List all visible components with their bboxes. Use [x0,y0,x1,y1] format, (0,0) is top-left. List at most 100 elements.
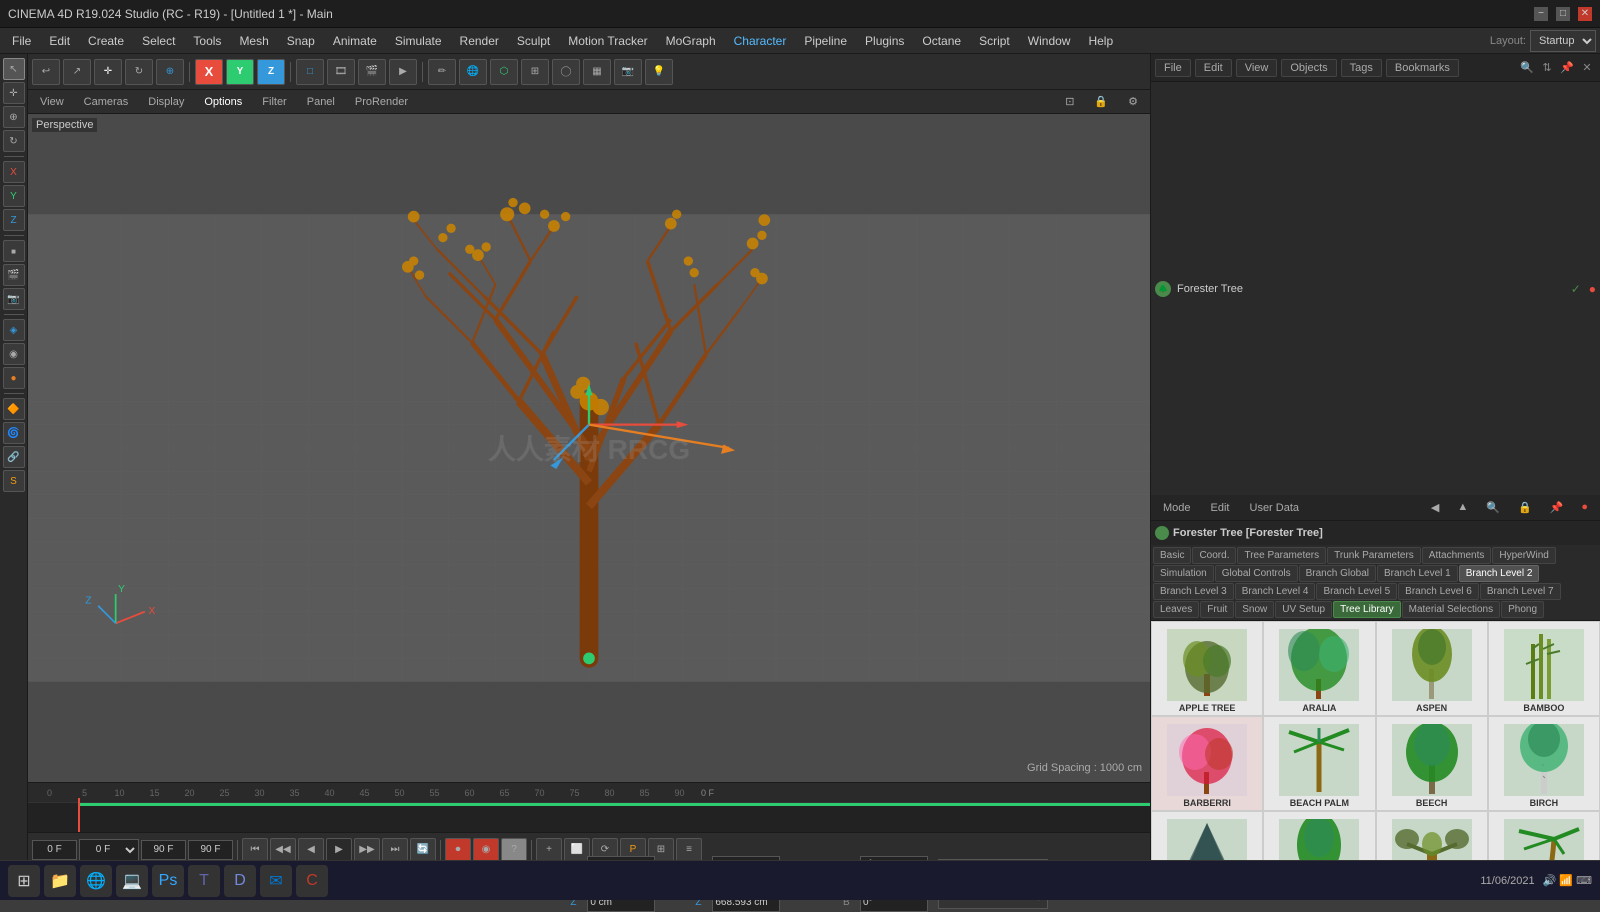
frame-start-input[interactable] [32,840,77,860]
pb-first[interactable]: ⏮ [242,838,268,862]
vp-btn-clapboard[interactable]: 🎬 [358,59,386,85]
menu-create[interactable]: Create [80,32,132,50]
attr-tab-branch-6[interactable]: Branch Level 6 [1398,583,1479,600]
vst-prorender[interactable]: ProRender [347,95,416,109]
tool-move[interactable]: ✛ [3,82,25,104]
attr-tab-coord[interactable]: Coord. [1192,547,1236,564]
vp-btn-add[interactable]: ⊕ [156,59,184,85]
rpanel-objects[interactable]: Objects [1281,59,1336,77]
vst-display[interactable]: Display [140,95,192,109]
vp-btn-sphere[interactable]: ◯ [552,59,580,85]
menu-animate[interactable]: Animate [325,32,385,50]
taskbar-chrome[interactable]: 🌐 [80,865,112,897]
menu-edit[interactable]: Edit [41,32,78,50]
minimize-button[interactable]: − [1534,7,1548,21]
frame-rate-select[interactable]: 0 F [79,839,139,861]
vst-filter[interactable]: Filter [254,95,294,109]
tool-mat1[interactable]: ◈ [3,319,25,341]
mode-pin[interactable]: 📌 [1542,500,1572,515]
menu-snap[interactable]: Snap [279,32,323,50]
pb-play[interactable]: ▶ [326,838,352,862]
attr-tab-simulation[interactable]: Simulation [1153,565,1214,582]
rpanel-close-icon[interactable]: ✕ [1578,59,1596,77]
pb-loop[interactable]: 🔄 [410,838,436,862]
layout-select[interactable]: Startup [1530,30,1596,52]
taskbar-explorer[interactable]: 📁 [44,865,76,897]
frame-preview-input[interactable] [188,840,233,860]
mode-mode[interactable]: Mode [1155,501,1199,515]
menu-mograph[interactable]: MoGraph [658,32,724,50]
attr-tab-hyperwind[interactable]: HyperWind [1492,547,1555,564]
tree-aspen[interactable]: ASPEN [1376,621,1488,716]
mode-dot[interactable]: ● [1573,500,1596,515]
rpanel-view[interactable]: View [1236,59,1278,77]
tool-y[interactable]: Y [3,185,25,207]
vp-btn-camera[interactable]: 📷 [614,59,642,85]
vp-btn-globe[interactable]: 🌐 [459,59,487,85]
attr-tab-branch-global[interactable]: Branch Global [1299,565,1376,582]
attr-tab-branch-2[interactable]: Branch Level 2 [1459,565,1540,582]
attr-tab-tree-library[interactable]: Tree Library [1333,601,1401,618]
menu-motion-tracker[interactable]: Motion Tracker [560,32,655,50]
pb-prev[interactable]: ◀ [298,838,324,862]
vst-panel[interactable]: Panel [299,95,343,109]
taskbar-discord[interactable]: D [224,865,256,897]
pb-next[interactable]: ▶▶ [354,838,380,862]
menu-pipeline[interactable]: Pipeline [796,32,855,50]
attr-tab-branch-5[interactable]: Branch Level 5 [1316,583,1397,600]
tree-beach-palm[interactable]: BEACH PALM [1263,716,1375,811]
menu-script[interactable]: Script [971,32,1018,50]
menu-plugins[interactable]: Plugins [857,32,912,50]
menu-octane[interactable]: Octane [914,32,969,50]
menu-sculpt[interactable]: Sculpt [509,32,558,50]
rpanel-edit[interactable]: Edit [1195,59,1232,77]
vp-btn-x2[interactable]: X [195,59,223,85]
tool-s[interactable]: S [3,470,25,492]
tree-birch[interactable]: BIRCH [1488,716,1600,811]
vst-lock[interactable]: 🔒 [1086,94,1116,109]
vp-btn-light[interactable]: 💡 [645,59,673,85]
attr-tab-uv[interactable]: UV Setup [1275,601,1332,618]
rpanel-tags[interactable]: Tags [1341,59,1382,77]
attr-tab-global-controls[interactable]: Global Controls [1215,565,1298,582]
pb-record[interactable]: ⏺ [445,838,471,862]
vp-btn-grid[interactable]: ⊞ [521,59,549,85]
maximize-button[interactable]: □ [1556,7,1570,21]
mode-lock[interactable]: 🔒 [1510,500,1540,515]
attr-tab-leaves[interactable]: Leaves [1153,601,1199,618]
tool-mat2[interactable]: ◉ [3,343,25,365]
vst-view[interactable]: View [32,95,72,109]
vp-btn-move[interactable]: ✛ [94,59,122,85]
vp-btn-cube[interactable]: □ [296,59,324,85]
pb-record2[interactable]: ◉ [473,838,499,862]
taskbar-vscode[interactable]: 💻 [116,865,148,897]
menu-window[interactable]: Window [1020,32,1079,50]
attr-tab-fruit[interactable]: Fruit [1200,601,1234,618]
attr-tab-trunk-params[interactable]: Trunk Parameters [1327,547,1421,564]
attr-tab-basic[interactable]: Basic [1153,547,1191,564]
tree-barberri[interactable]: BARBERRI [1151,716,1263,811]
tool-mat3[interactable]: ● [3,367,25,389]
vp-btn-arrow[interactable]: ↗ [63,59,91,85]
attr-tab-phong[interactable]: Phong [1501,601,1544,618]
tree-aralia[interactable]: ARALIA [1263,621,1375,716]
vst-fit[interactable]: ⊡ [1057,94,1082,109]
mode-userdata[interactable]: User Data [1242,501,1308,515]
vp-btn-undo[interactable]: ↩ [32,59,60,85]
tool-snap2[interactable]: 🔗 [3,446,25,468]
vp-btn-pen[interactable]: ✏ [428,59,456,85]
tool-scale[interactable]: ⊕ [3,106,25,128]
tree-beech[interactable]: BEECH [1376,716,1488,811]
rpanel-bookmarks[interactable]: Bookmarks [1386,59,1459,77]
menu-select[interactable]: Select [134,32,183,50]
vp-btn-grid2[interactable]: ▦ [583,59,611,85]
taskbar-start[interactable]: ⊞ [8,865,40,897]
tree-bamboo[interactable]: BAMBOO [1488,621,1600,716]
tool-rotate[interactable]: ↻ [3,130,25,152]
taskbar-photoshop[interactable]: Ps [152,865,184,897]
rpanel-pin-icon[interactable]: 📌 [1558,59,1576,77]
menu-tools[interactable]: Tools [185,32,229,50]
attr-tab-mat-sel[interactable]: Material Selections [1402,601,1500,618]
vst-settings[interactable]: ⚙ [1120,94,1146,109]
attr-tab-snow[interactable]: Snow [1235,601,1274,618]
